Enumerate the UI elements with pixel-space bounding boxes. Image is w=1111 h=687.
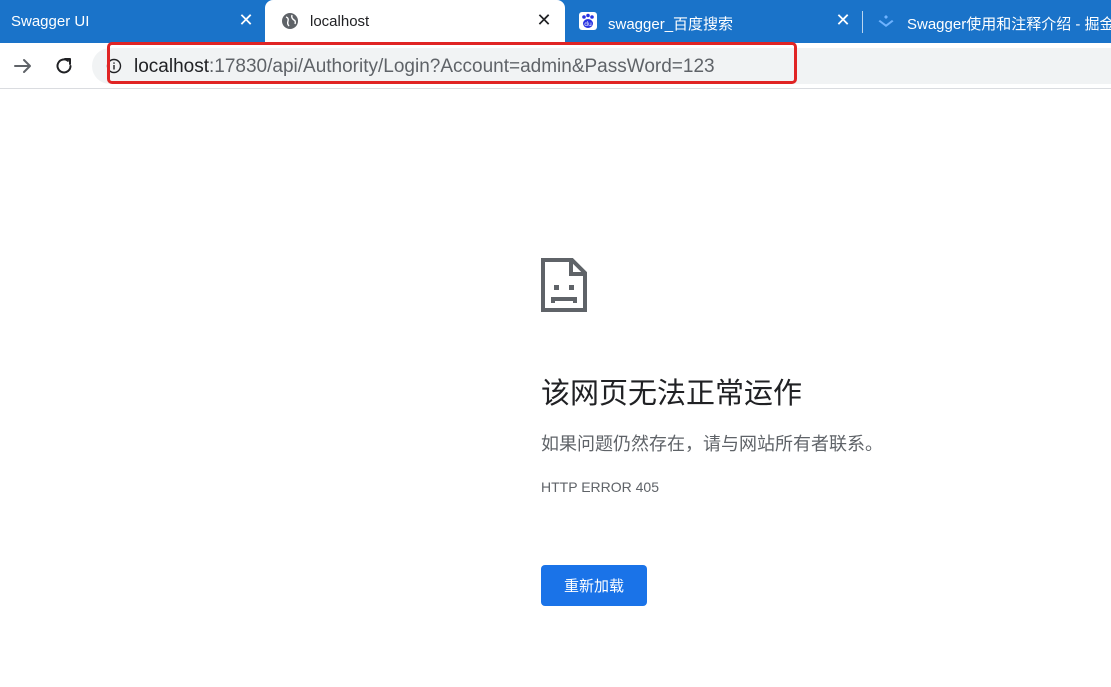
- close-icon[interactable]: ✕: [533, 9, 555, 31]
- tab-baidu-search[interactable]: du swagger_百度搜索 ✕: [566, 0, 862, 43]
- close-icon[interactable]: ✕: [832, 9, 854, 31]
- tab-title: swagger_百度搜索: [608, 16, 734, 33]
- tab-title: Swagger使用和注释介绍 - 掘金: [907, 16, 1111, 33]
- tab-swagger-ui[interactable]: Swagger UI ✕: [0, 0, 264, 43]
- forward-arrow-icon[interactable]: [10, 53, 36, 79]
- error-message: 如果问题仍然存在，请与网站所有者联系。: [541, 434, 883, 455]
- error-code: HTTP ERROR 405: [541, 479, 659, 495]
- tab-juejin[interactable]: Swagger使用和注释介绍 - 掘金: [863, 0, 1111, 43]
- error-title: 该网页无法正常运作: [541, 376, 803, 410]
- url-highlight-box: [107, 42, 797, 84]
- close-icon[interactable]: ✕: [235, 9, 257, 31]
- juejin-icon: [878, 15, 894, 27]
- baidu-paw-icon: du: [579, 12, 597, 30]
- sad-page-icon: [541, 258, 587, 312]
- reload-icon[interactable]: [51, 53, 77, 79]
- tab-title: Swagger UI: [11, 13, 90, 30]
- globe-icon: [282, 13, 298, 29]
- svg-text:du: du: [584, 21, 592, 28]
- reload-button[interactable]: 重新加载: [541, 565, 647, 606]
- tab-localhost[interactable]: localhost ✕: [265, 0, 565, 43]
- tab-strip: Swagger UI ✕ localhost ✕ du swagger_百度搜索…: [0, 0, 1111, 43]
- tab-title: localhost: [310, 13, 370, 30]
